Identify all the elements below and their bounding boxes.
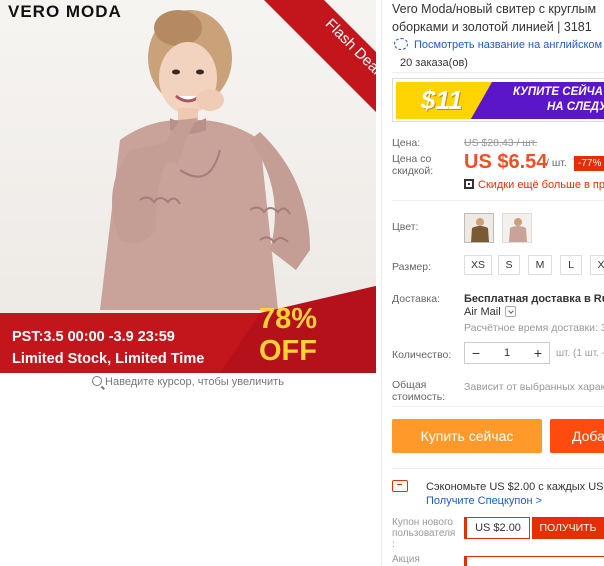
size-option-l[interactable]: L — [560, 255, 582, 275]
banner-price: $11 — [421, 85, 463, 115]
promo-banner[interactable]: $11 КУПИТЕ СЕЙЧА НА СЛЕДУ — [392, 78, 604, 122]
quantity-label: Количество: — [392, 349, 452, 361]
actions-divider — [392, 468, 604, 469]
shipping-eta: Расчётное время доставки: 3 — [464, 322, 604, 334]
size-option-xl[interactable]: X — [590, 255, 604, 275]
banner-line1: КУПИТЕ СЕЙЧА — [513, 86, 603, 98]
translate-link-text[interactable]: Посмотреть название на английском — [414, 39, 602, 51]
shipping-carrier-text: Air Mail — [464, 306, 501, 318]
discount-price-label-2: скидкой: — [392, 165, 434, 177]
discount-price-label: Цена со скидкой: — [392, 153, 433, 177]
size-option-s[interactable]: S — [498, 255, 520, 275]
promo-text: PST:3.5 00:00 -3.9 23:59 Limited Stock, … — [12, 326, 204, 370]
zoom-hint: Наведите курсор, чтобы увеличить — [0, 376, 376, 388]
total-label-1: Общая — [392, 379, 427, 391]
qr-app-text[interactable]: Скидки ещё больше в при — [478, 179, 604, 191]
qr-app-link[interactable]: Скидки ещё больше в при — [464, 179, 604, 191]
translate-icon — [394, 38, 408, 50]
total-label-2: стоимость: — [392, 391, 446, 403]
price-unit: / шт. — [546, 157, 567, 169]
total-label: Общая стоимость: — [392, 379, 445, 403]
product-image[interactable]: VERO MODA Flash Deal PST:3.5 00:00 -3.9 … — [0, 0, 376, 373]
color-option-brown[interactable] — [464, 213, 494, 243]
chevron-down-icon[interactable] — [504, 306, 516, 317]
quantity-plus-button[interactable]: + — [527, 343, 549, 363]
price-label: Цена: — [392, 137, 421, 149]
promo-off: OFF — [259, 335, 317, 367]
new-user-coupon-label: Купон нового пользователя : — [392, 517, 455, 550]
shipping-label: Доставка: — [392, 293, 441, 305]
price-old: US $28.43 / шт. — [464, 137, 538, 149]
promo-dates: PST:3.5 00:00 -3.9 23:59 — [12, 329, 175, 345]
quantity-stepper[interactable]: − + — [464, 342, 550, 364]
size-option-xs[interactable]: XS — [464, 255, 492, 275]
shipping-method: Бесплатная доставка в Russ — [464, 293, 604, 305]
qr-code-icon — [464, 179, 474, 189]
color-option-brown-image — [465, 214, 493, 242]
translate-link[interactable]: Посмотреть название на английском — [394, 38, 602, 51]
new-user-coupon-label-1: Купон нового — [392, 517, 453, 528]
orders-divider — [392, 72, 604, 73]
new-user-coupon-label-2: пользователя — [392, 528, 456, 539]
color-label: Цвет: — [392, 221, 419, 233]
product-title-line2: оборками и золотой линией | 3181 — [392, 20, 592, 34]
promo-percent-block: 78% OFF — [240, 303, 336, 367]
total-divider — [392, 406, 604, 407]
color-option-pink-image — [503, 214, 531, 242]
promo-limited: Limited Stock, Limited Time — [12, 351, 205, 367]
quantity-minus-button[interactable]: − — [465, 343, 487, 363]
orders-count: 20 заказа(ов) — [400, 57, 468, 69]
product-title-line1: Vero Moda/новый свитер с круглым — [392, 2, 597, 16]
promo-percent: 78% — [258, 303, 318, 335]
new-user-coupon-label-3: : — [392, 539, 395, 550]
brand-logo: VERO MODA — [8, 2, 122, 21]
coupon-icon — [392, 480, 408, 492]
product-title: Vero Moda/новый свитер с круглым оборкам… — [392, 0, 604, 36]
quantity-input[interactable] — [487, 343, 527, 363]
save-coupon-text: Сэкономьте US $2.00 с каждых US $15 — [426, 481, 604, 493]
size-option-m[interactable]: M — [528, 255, 552, 275]
add-to-cart-button[interactable]: Доба — [550, 419, 604, 453]
color-option-pink[interactable] — [502, 213, 532, 243]
quantity-unit: шт. (1 шт. - — [556, 348, 604, 359]
discount-price-label-1: Цена со — [392, 153, 432, 165]
buy-now-button[interactable]: Купить сейчас — [392, 419, 542, 453]
get-coupon-link[interactable]: Получите Спецкупон > — [426, 495, 542, 507]
zoom-hint-text: Наведите курсор, чтобы увеличить — [105, 376, 284, 388]
discount-badge: -77% — [574, 156, 604, 171]
shipping-carrier[interactable]: Air Mail — [464, 306, 516, 318]
magnifier-icon — [92, 376, 103, 386]
column-divider — [381, 0, 382, 566]
size-label: Размер: — [392, 261, 432, 273]
price-divider — [392, 200, 604, 201]
price-new: US $6.54 — [464, 151, 548, 173]
banner-line2: НА СЛЕДУ — [547, 101, 604, 113]
flash-deal-ribbon: Flash Deal — [264, 0, 376, 112]
total-value: Зависит от выбранных харак — [464, 381, 604, 393]
promo-label: Акция — [392, 554, 420, 565]
new-user-coupon-amount: US $2.00 — [464, 517, 530, 539]
promo-coupon-box[interactable] — [464, 556, 604, 566]
get-coupon-button[interactable]: ПОЛУЧИТЬ — [532, 517, 604, 539]
product-details: Vero Moda/новый свитер с круглым оборкам… — [392, 0, 604, 566]
